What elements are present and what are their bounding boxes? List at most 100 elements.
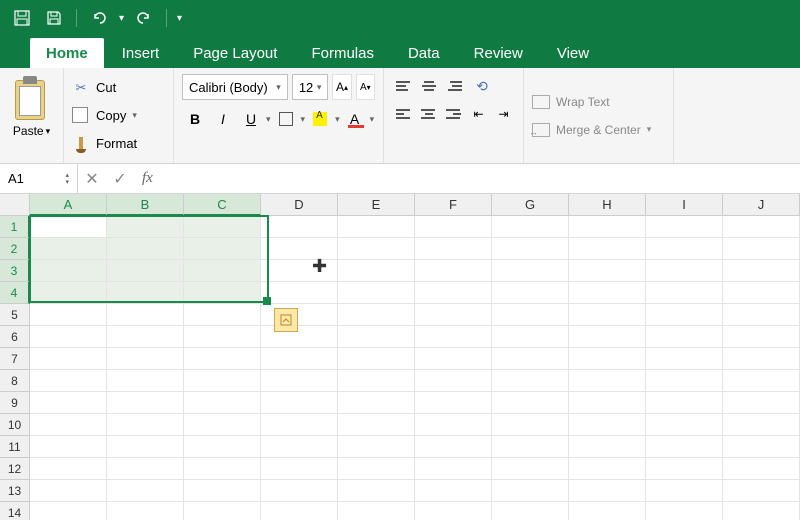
row-header-11[interactable]: 11 [0,436,30,458]
cell[interactable] [569,304,646,326]
cell[interactable] [569,414,646,436]
cell[interactable] [107,480,184,502]
cell[interactable] [261,326,338,348]
row-header-9[interactable]: 9 [0,392,30,414]
paste-label[interactable]: Paste ▾ [13,124,50,138]
cell[interactable] [261,436,338,458]
cell[interactable] [261,480,338,502]
decrease-font-button[interactable]: A▾ [356,74,375,100]
cell[interactable] [492,238,569,260]
tab-view[interactable]: View [541,38,605,68]
cell[interactable] [492,348,569,370]
chevron-down-icon[interactable]: ▾ [301,114,306,125]
cell[interactable] [261,370,338,392]
cell[interactable] [184,436,261,458]
col-header-c[interactable]: C [184,194,261,216]
cell[interactable] [338,436,415,458]
cell[interactable] [646,282,723,304]
cell[interactable] [569,282,646,304]
col-header-d[interactable]: D [261,194,338,216]
cell[interactable] [338,304,415,326]
cell[interactable] [415,326,492,348]
cell[interactable] [569,238,646,260]
cell[interactable] [646,326,723,348]
fill-color-button[interactable] [307,106,333,132]
cell[interactable] [492,216,569,238]
align-center-button[interactable] [417,102,440,126]
cell[interactable] [415,282,492,304]
col-header-a[interactable]: A [30,194,107,216]
cell[interactable] [492,458,569,480]
cell[interactable] [184,458,261,480]
cells-area[interactable]: ✚ [30,216,800,520]
cell[interactable] [492,414,569,436]
cell[interactable] [415,392,492,414]
cell[interactable] [338,282,415,304]
cell[interactable] [184,414,261,436]
cell[interactable] [261,216,338,238]
cell[interactable] [30,216,107,238]
cell[interactable] [723,348,800,370]
wrap-text-button[interactable]: Wrap Text [528,89,669,115]
cell[interactable] [30,326,107,348]
cell[interactable] [107,348,184,370]
cell[interactable] [646,304,723,326]
copy-button[interactable]: Copy ▾ [72,103,165,129]
cell[interactable] [30,260,107,282]
cell[interactable] [338,348,415,370]
cell[interactable] [492,260,569,282]
cell[interactable] [338,502,415,520]
row-header-5[interactable]: 5 [0,304,30,326]
cell[interactable] [30,436,107,458]
cell[interactable] [338,326,415,348]
cell[interactable] [492,392,569,414]
cell[interactable] [492,480,569,502]
autosave-icon[interactable] [10,6,34,30]
cell[interactable] [30,304,107,326]
row-header-7[interactable]: 7 [0,348,30,370]
cell[interactable] [415,436,492,458]
cell[interactable] [30,392,107,414]
bold-button[interactable]: B [182,106,208,132]
cell[interactable] [338,480,415,502]
cell[interactable] [30,238,107,260]
name-box[interactable]: A1 ▴▾ [0,164,78,193]
cell[interactable] [338,370,415,392]
enter-formula-button[interactable]: ✓ [106,164,134,193]
cell[interactable] [569,260,646,282]
cell[interactable] [646,370,723,392]
cell[interactable] [415,458,492,480]
cell[interactable] [338,260,415,282]
row-header-4[interactable]: 4 [0,282,30,304]
cell[interactable] [184,304,261,326]
cell[interactable] [415,370,492,392]
cell[interactable] [184,392,261,414]
cell[interactable] [646,414,723,436]
save-icon[interactable] [42,6,66,30]
fx-icon[interactable]: fx [134,170,161,187]
cell[interactable] [30,502,107,520]
cell[interactable] [261,458,338,480]
cell[interactable] [30,370,107,392]
italic-button[interactable]: I [210,106,236,132]
col-header-g[interactable]: G [492,194,569,216]
col-header-i[interactable]: I [646,194,723,216]
align-left-button[interactable] [392,102,415,126]
cell[interactable] [646,238,723,260]
cell[interactable] [261,502,338,520]
cell[interactable] [30,480,107,502]
font-size-select[interactable]: 12 ▾ [292,74,329,100]
cell[interactable] [415,502,492,520]
cell[interactable] [107,216,184,238]
cell[interactable] [30,414,107,436]
cell[interactable] [261,304,338,326]
cell[interactable] [107,414,184,436]
cell[interactable] [261,348,338,370]
cell[interactable] [184,282,261,304]
cell[interactable] [107,326,184,348]
chevron-down-icon[interactable]: ▾ [370,114,375,125]
cell[interactable] [492,502,569,520]
row-header-10[interactable]: 10 [0,414,30,436]
cell[interactable] [107,238,184,260]
cell[interactable] [338,216,415,238]
